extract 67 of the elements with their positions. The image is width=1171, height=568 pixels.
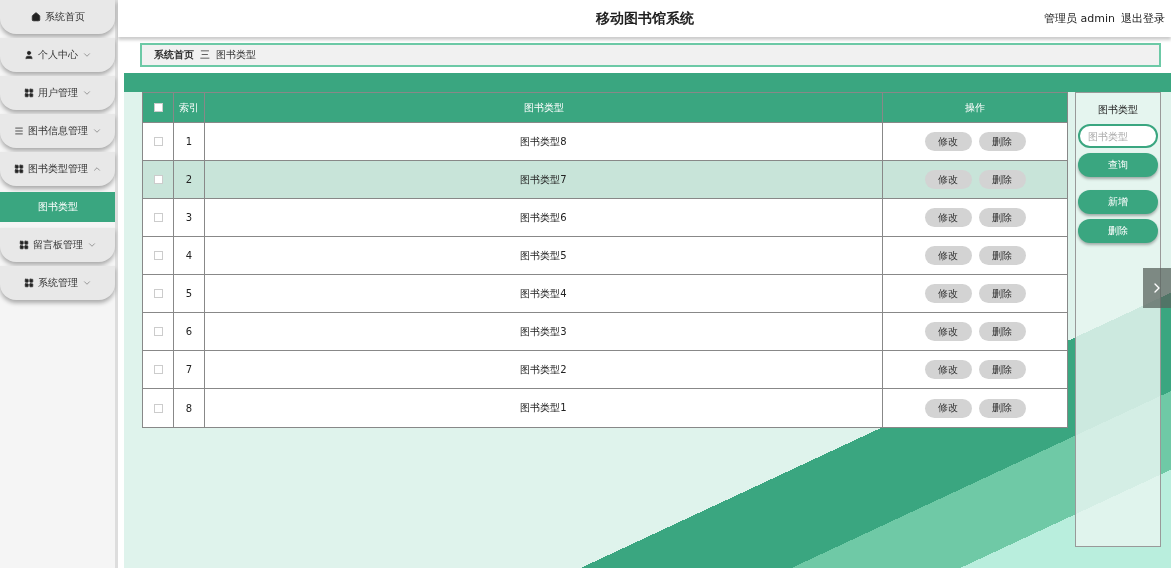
type-cell: 图书类型7	[520, 172, 567, 187]
edit-button[interactable]: 修改	[924, 246, 972, 265]
logout-link[interactable]: 退出登录	[1121, 11, 1165, 26]
edit-button[interactable]: 修改	[924, 170, 972, 189]
sidebar-item[interactable]: 留言板管理	[0, 228, 115, 262]
user-name: 管理员 admin	[1044, 11, 1115, 26]
index-cell: 4	[185, 250, 193, 261]
row-checkbox[interactable]	[153, 175, 163, 184]
next-button[interactable]	[1143, 268, 1171, 308]
type-cell: 图书类型6	[520, 210, 567, 225]
index-cell: 1	[185, 136, 193, 147]
search-field[interactable]: 图书类型	[1078, 124, 1158, 148]
type-cell: 图书类型5	[520, 248, 567, 263]
row-checkbox[interactable]	[153, 289, 163, 298]
delete-button[interactable]: 删除	[978, 170, 1026, 189]
column-header: 操作	[965, 100, 985, 115]
row-checkbox[interactable]	[153, 327, 163, 336]
edit-button[interactable]: 修改	[924, 360, 972, 379]
user-icon	[23, 50, 34, 60]
sidebar-item[interactable]: 图书信息管理	[0, 114, 115, 148]
grid-icon	[13, 164, 24, 174]
type-cell: 图书类型1	[520, 401, 567, 415]
row-checkbox[interactable]	[153, 403, 163, 413]
home-icon	[30, 12, 41, 22]
sidebar-item[interactable]: 用户管理	[0, 76, 115, 110]
row-checkbox[interactable]	[153, 365, 163, 374]
breadcrumb-separator: 三	[200, 48, 210, 62]
row-checkbox[interactable]	[153, 137, 163, 146]
delete-button[interactable]: 删除	[978, 284, 1026, 303]
index-cell: 7	[185, 364, 193, 375]
edit-button[interactable]: 修改	[924, 132, 972, 151]
edit-button[interactable]: 修改	[924, 398, 972, 418]
select-all-checkbox[interactable]	[153, 103, 163, 112]
sidebar-item[interactable]: 图书类型管理	[0, 152, 115, 186]
breadcrumb-home[interactable]: 系统首页	[154, 48, 194, 62]
row-checkbox[interactable]	[153, 213, 163, 222]
type-cell: 图书类型4	[520, 286, 567, 301]
breadcrumb-current: 图书类型	[216, 48, 256, 62]
grid-icon	[23, 278, 34, 288]
index-cell: 5	[185, 288, 193, 299]
index-cell: 3	[185, 212, 193, 223]
delete-button[interactable]: 删除	[978, 322, 1026, 341]
delete-button[interactable]: 删除	[978, 398, 1026, 418]
delete-button[interactable]: 删除	[978, 208, 1026, 227]
delete-button[interactable]: 删除	[978, 360, 1026, 379]
sidebar-item[interactable]: 系统首页	[0, 0, 115, 34]
edit-button[interactable]: 修改	[924, 208, 972, 227]
edit-button[interactable]: 修改	[924, 322, 972, 341]
sidebar-item[interactable]: 个人中心	[0, 38, 115, 72]
grid-icon	[23, 88, 34, 98]
delete-button[interactable]: 删除	[978, 246, 1026, 265]
column-header: 索引	[179, 100, 199, 115]
list-icon	[13, 126, 24, 136]
type-cell: 图书类型3	[520, 324, 567, 339]
column-header: 图书类型	[523, 100, 564, 115]
delete-button[interactable]: 删除	[978, 132, 1026, 151]
index-cell: 6	[185, 326, 193, 337]
type-cell: 图书类型2	[520, 362, 567, 377]
index-cell: 2	[185, 174, 193, 185]
index-cell: 8	[185, 402, 193, 414]
type-cell: 图书类型8	[520, 134, 567, 149]
edit-button[interactable]: 修改	[924, 284, 972, 303]
row-checkbox[interactable]	[153, 251, 163, 260]
app-title: 移动图书馆系统	[595, 9, 694, 28]
panel-title: 图书类型	[1098, 103, 1138, 117]
sidebar-item[interactable]: 系统管理	[0, 266, 115, 300]
grid-icon	[18, 240, 29, 250]
